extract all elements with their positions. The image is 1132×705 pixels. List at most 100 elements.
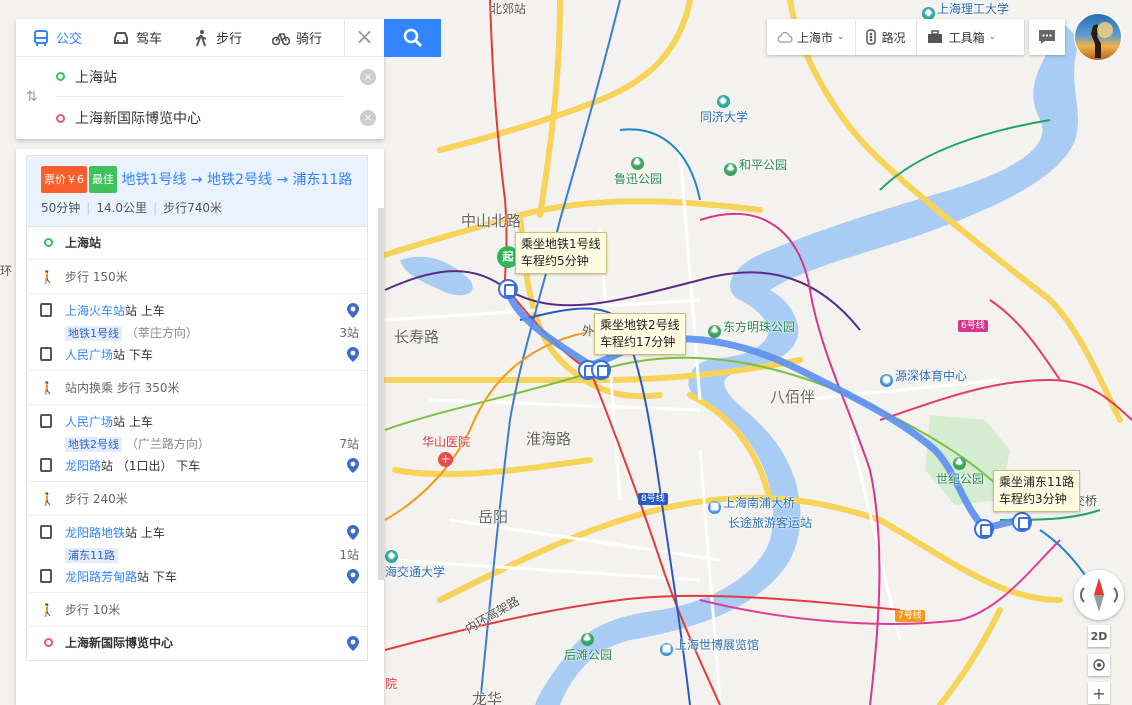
location-pin-icon[interactable] <box>347 458 359 473</box>
bus-icon <box>40 569 52 583</box>
route-plan-card[interactable]: 票价￥6 最佳 地铁1号线 → 地铁2号线 → 浦东11路 50分钟 | 14.0公里… <box>26 155 368 661</box>
map-label-beijiao: 北郊站 <box>490 2 527 16</box>
step-transfer: 🚶 站内换乘 步行 350米 <box>27 371 367 405</box>
toolbox-label: 工具箱 <box>948 30 985 45</box>
step-walk-label: 步行 150米 <box>65 270 128 284</box>
message-button[interactable] <box>1029 19 1065 55</box>
walk-icon: 🚶 <box>40 603 55 617</box>
locate-button[interactable] <box>1088 654 1110 676</box>
alight-station-link[interactable]: 龙阳路 <box>65 459 101 473</box>
board-station-link[interactable]: 上海火车站 <box>65 304 125 318</box>
map-label-huashan: 华山医院 <box>422 435 471 449</box>
map-label-oriental-pearl: ♣ 东方明珠公园 <box>708 318 795 338</box>
locate-icon <box>1093 659 1105 671</box>
board-station-link[interactable]: 人民广场 <box>65 415 113 429</box>
bus-stop-icon[interactable] <box>974 519 994 539</box>
board-suffix: 站 上车 <box>113 415 153 429</box>
map-label-longhua: 龙华 <box>472 690 503 705</box>
user-avatar[interactable] <box>1074 13 1122 61</box>
result-scrollbar[interactable] <box>378 208 384 580</box>
route-duration: 50分钟 <box>41 201 81 215</box>
map-label-jiaotong: ◆ 海交通大学 <box>385 550 446 579</box>
search-icon <box>403 28 422 48</box>
sports-icon: ● <box>880 374 893 387</box>
traffic-light-icon <box>865 29 876 45</box>
callout-line2: 乘坐地铁2号线 车程约17分钟 <box>594 313 686 355</box>
close-icon[interactable]: × <box>344 18 384 57</box>
map-label-shiji-park: ♣ 世纪公园 <box>936 457 985 486</box>
view-2d-button[interactable]: 2D <box>1088 625 1110 647</box>
stops-count[interactable]: 7站 <box>339 433 359 455</box>
alight-station-link[interactable]: 龙阳路芳甸路 <box>65 570 137 584</box>
location-pin-icon[interactable] <box>347 525 359 540</box>
tab-bike[interactable]: 骑行 <box>256 19 336 57</box>
clear-destination-icon[interactable]: × <box>360 110 376 126</box>
compass-control[interactable] <box>1074 570 1124 620</box>
callout-line1: 乘坐地铁1号线 车程约5分钟 <box>515 232 607 274</box>
line-chip[interactable]: 地铁2号线 <box>65 437 122 452</box>
step-ride-bus: 龙阳路地铁站 上车 浦东11路 1站 龙阳路芳甸路站 下车 <box>27 516 367 593</box>
route-search-panel: 公交 驾车 步行 骑行 × ⇅ 上海站 × 上海新国际博览中心 × <box>16 18 384 139</box>
step-end-label: 上海新国际博览中心 <box>65 636 174 650</box>
stops-count[interactable]: 3站 <box>339 322 359 344</box>
step-end: 上海新国际博览中心 <box>27 627 367 660</box>
price-badge: 票价￥6 <box>41 166 87 193</box>
map-label-yuanshen: ● 源深体育中心 <box>880 367 967 387</box>
alight-station-link[interactable]: 人民广场 <box>65 348 113 362</box>
step-walk: 🚶 步行 240米 <box>27 482 367 516</box>
map-label-huaihai: 淮海路 <box>526 430 572 448</box>
tab-drive-label: 驾车 <box>136 32 163 47</box>
park-icon: ♣ <box>952 457 966 470</box>
tab-transit[interactable]: 公交 <box>16 19 96 57</box>
tab-drive[interactable]: 驾车 <box>96 19 176 57</box>
toolbox-button[interactable]: 工具箱 ⌄ <box>917 19 1007 55</box>
step-walk: 🚶 步行 10米 <box>27 593 367 627</box>
map-label-wai: 外 <box>582 324 595 338</box>
bus-station-icon: ■ <box>708 501 721 514</box>
location-pin-icon[interactable] <box>347 569 359 584</box>
origin-dot-icon <box>56 72 65 81</box>
line-chip[interactable]: 浦东11路 <box>65 548 118 563</box>
route-title: 地铁1号线 → 地铁2号线 → 浦东11路 <box>121 172 353 188</box>
map-label-yueyang: 岳阳 <box>478 508 509 526</box>
traffic-label: 路况 <box>881 30 906 45</box>
step-ride-metro2: 人民广场站 上车 地铁2号线 （广兰路方向） 7站 龙阳路站 （1口出） 下车 <box>27 405 367 482</box>
destination-dot-icon <box>56 113 65 123</box>
line-chip[interactable]: 地铁1号线 <box>65 326 122 341</box>
map-label-luxun-park: ♣ 鲁迅公园 <box>614 157 663 186</box>
board-station-link[interactable]: 龙阳路地铁 <box>65 526 125 540</box>
line-direction: （莘庄方向） <box>125 326 198 340</box>
best-badge: 最佳 <box>89 166 117 193</box>
map-label-hospital: 院 <box>385 677 398 691</box>
expo-icon: ■ <box>660 643 673 656</box>
route-summary[interactable]: 票价￥6 最佳 地铁1号线 → 地铁2号线 → 浦东11路 50分钟 | 14.0公里… <box>27 156 367 227</box>
route-distance: 14.0公里 <box>96 201 148 215</box>
tab-walk[interactable]: 步行 <box>176 19 256 57</box>
map-label-changshou: 长寿路 <box>394 328 440 346</box>
metro-icon <box>40 414 52 428</box>
school-icon: ◆ <box>385 550 398 563</box>
swap-icon[interactable]: ⇅ <box>26 89 38 105</box>
park-icon: ♣ <box>580 633 594 646</box>
location-pin-icon[interactable] <box>347 303 359 318</box>
route-walk-distance: 步行740米 <box>163 201 223 215</box>
location-pin-icon[interactable] <box>347 636 359 651</box>
city-label: 上海市 <box>797 30 834 45</box>
chat-icon <box>1039 30 1055 44</box>
city-selector[interactable]: 上海市 ⌄ <box>767 19 856 55</box>
end-bus-stop-icon[interactable] <box>1012 512 1032 532</box>
map-label-nanpu: ■ 上海南浦大桥 长途旅游客运站 <box>708 494 812 531</box>
start-dot-icon <box>44 238 53 247</box>
metro-line-7-tag: 7号线 <box>895 610 925 622</box>
traffic-button[interactable]: 路况 <box>856 19 917 55</box>
walk-icon <box>195 29 207 46</box>
clear-origin-icon[interactable]: × <box>360 69 376 85</box>
location-pin-icon[interactable] <box>347 347 359 362</box>
stops-count[interactable]: 1站 <box>339 544 359 566</box>
metro-stop-icon[interactable] <box>498 279 518 299</box>
metro-stop-icon[interactable] <box>591 360 611 380</box>
zoom-in-button[interactable]: + <box>1088 682 1110 704</box>
origin-field[interactable]: 上海站 × <box>56 57 376 97</box>
destination-field[interactable]: 上海新国际博览中心 × <box>56 98 376 138</box>
search-button[interactable] <box>384 19 441 57</box>
